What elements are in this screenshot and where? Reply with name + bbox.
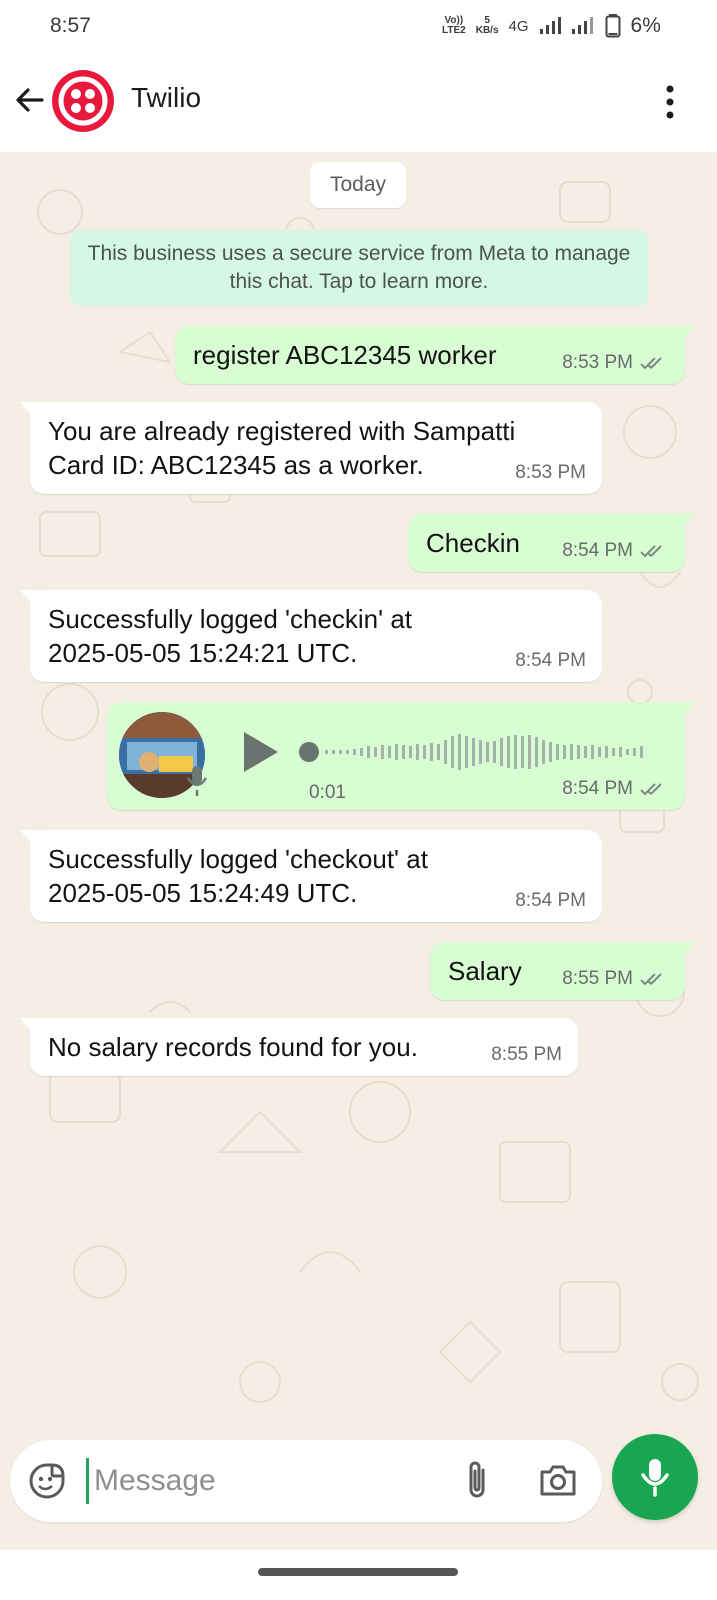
message-input[interactable] — [94, 1456, 434, 1506]
camera-icon[interactable] — [538, 1462, 578, 1498]
signal-icon — [539, 17, 561, 34]
read-receipt-icon — [640, 973, 662, 986]
voice-duration: 0:01 — [309, 782, 346, 803]
message-time: 8:54 PM — [515, 890, 586, 911]
voice-message[interactable]: 0:01 8:54 PM — [107, 702, 695, 810]
message-composer — [10, 1440, 602, 1522]
bubble-tail — [20, 590, 40, 604]
network-type: 4G — [508, 17, 529, 35]
system-nav-bar — [0, 1550, 717, 1600]
bubble-tail — [675, 702, 695, 716]
paperclip-icon[interactable] — [460, 1458, 494, 1502]
encryption-notice[interactable]: This business uses a secure service from… — [70, 230, 648, 306]
outgoing-message[interactable]: Checkin 8:54 PM — [408, 514, 695, 572]
message-text: Salary — [448, 956, 522, 986]
status-bar: 8:57 Vo)) LTE2 5 KB/s 4G 6% — [0, 0, 717, 52]
message-meta: 8:54 PM — [562, 778, 669, 800]
read-receipt-icon — [640, 545, 662, 558]
bubble-tail — [675, 942, 695, 956]
status-time: 8:57 — [50, 14, 91, 37]
message-text: No salary records found for you. — [48, 1032, 418, 1062]
bubble-tail — [675, 514, 695, 528]
bubble-tail — [20, 402, 40, 416]
whatsapp-chat-screen: 8:57 Vo)) LTE2 5 KB/s 4G 6% Twilio Today… — [0, 0, 717, 1600]
bubble-tail — [675, 326, 695, 340]
message-text: register ABC12345 worker — [193, 340, 497, 370]
home-indicator[interactable] — [258, 1568, 458, 1576]
read-receipt-icon — [640, 357, 662, 370]
status-indicators: Vo)) LTE2 5 KB/s 4G 6% — [442, 14, 661, 38]
bubble-tail — [20, 830, 40, 844]
message-meta: 8:54 PM — [515, 650, 586, 672]
outgoing-message[interactable]: Salary 8:55 PM — [430, 942, 695, 1000]
mic-icon — [641, 1459, 669, 1497]
message-list[interactable]: Today This business uses a secure servic… — [0, 152, 717, 1440]
message-meta: 8:53 PM — [515, 462, 586, 484]
incoming-message[interactable]: No salary records found for you. 8:55 PM — [20, 1018, 578, 1076]
message-time: 8:54 PM — [562, 540, 633, 561]
outgoing-message[interactable]: register ABC12345 worker 8:53 PM — [175, 326, 695, 384]
message-time: 8:54 PM — [562, 778, 633, 799]
message-meta: 8:54 PM — [515, 890, 586, 912]
more-options-icon[interactable] — [663, 84, 677, 120]
back-arrow-icon[interactable] — [12, 82, 48, 118]
message-time: 8:55 PM — [562, 968, 633, 989]
battery-percent: 6% — [630, 14, 661, 37]
signal-icon-2 — [571, 17, 593, 34]
chat-header: Twilio — [0, 52, 717, 152]
contact-name[interactable]: Twilio — [131, 82, 201, 114]
battery-icon — [605, 14, 621, 38]
voice-note-mic-icon — [186, 766, 208, 796]
message-meta: 8:53 PM — [562, 352, 669, 374]
text-cursor — [86, 1458, 89, 1504]
incoming-message[interactable]: You are already registered with Sampatti… — [20, 402, 602, 494]
message-time: 8:54 PM — [515, 650, 586, 671]
incoming-message[interactable]: Successfully logged 'checkout' at 2025-0… — [20, 830, 602, 922]
voice-record-button[interactable] — [612, 1434, 698, 1520]
message-text: Checkin — [426, 528, 520, 558]
read-receipt-icon — [640, 783, 662, 796]
message-meta: 8:55 PM — [491, 1044, 562, 1066]
play-icon[interactable] — [240, 730, 280, 774]
twilio-logo-icon — [58, 76, 108, 126]
audio-waveform[interactable] — [297, 732, 657, 772]
sticker-icon[interactable] — [28, 1462, 66, 1500]
message-text: Successfully logged 'checkout' at 2025-0… — [48, 844, 428, 908]
message-meta: 8:54 PM — [562, 540, 669, 562]
message-time: 8:53 PM — [515, 462, 586, 483]
message-time: 8:53 PM — [562, 352, 633, 373]
volte-indicator: Vo)) LTE2 — [442, 15, 466, 36]
message-text: You are already registered with Sampatti… — [48, 416, 516, 480]
message-text: Successfully logged 'checkin' at 2025-05… — [48, 604, 413, 668]
incoming-message[interactable]: Successfully logged 'checkin' at 2025-05… — [20, 590, 602, 682]
bubble-tail — [20, 1018, 40, 1032]
date-chip: Today — [310, 162, 406, 208]
composer-bar — [0, 1434, 717, 1550]
message-meta: 8:55 PM — [562, 968, 669, 990]
message-time: 8:55 PM — [491, 1044, 562, 1065]
contact-avatar[interactable] — [52, 70, 114, 132]
network-speed: 5 KB/s — [475, 15, 499, 36]
